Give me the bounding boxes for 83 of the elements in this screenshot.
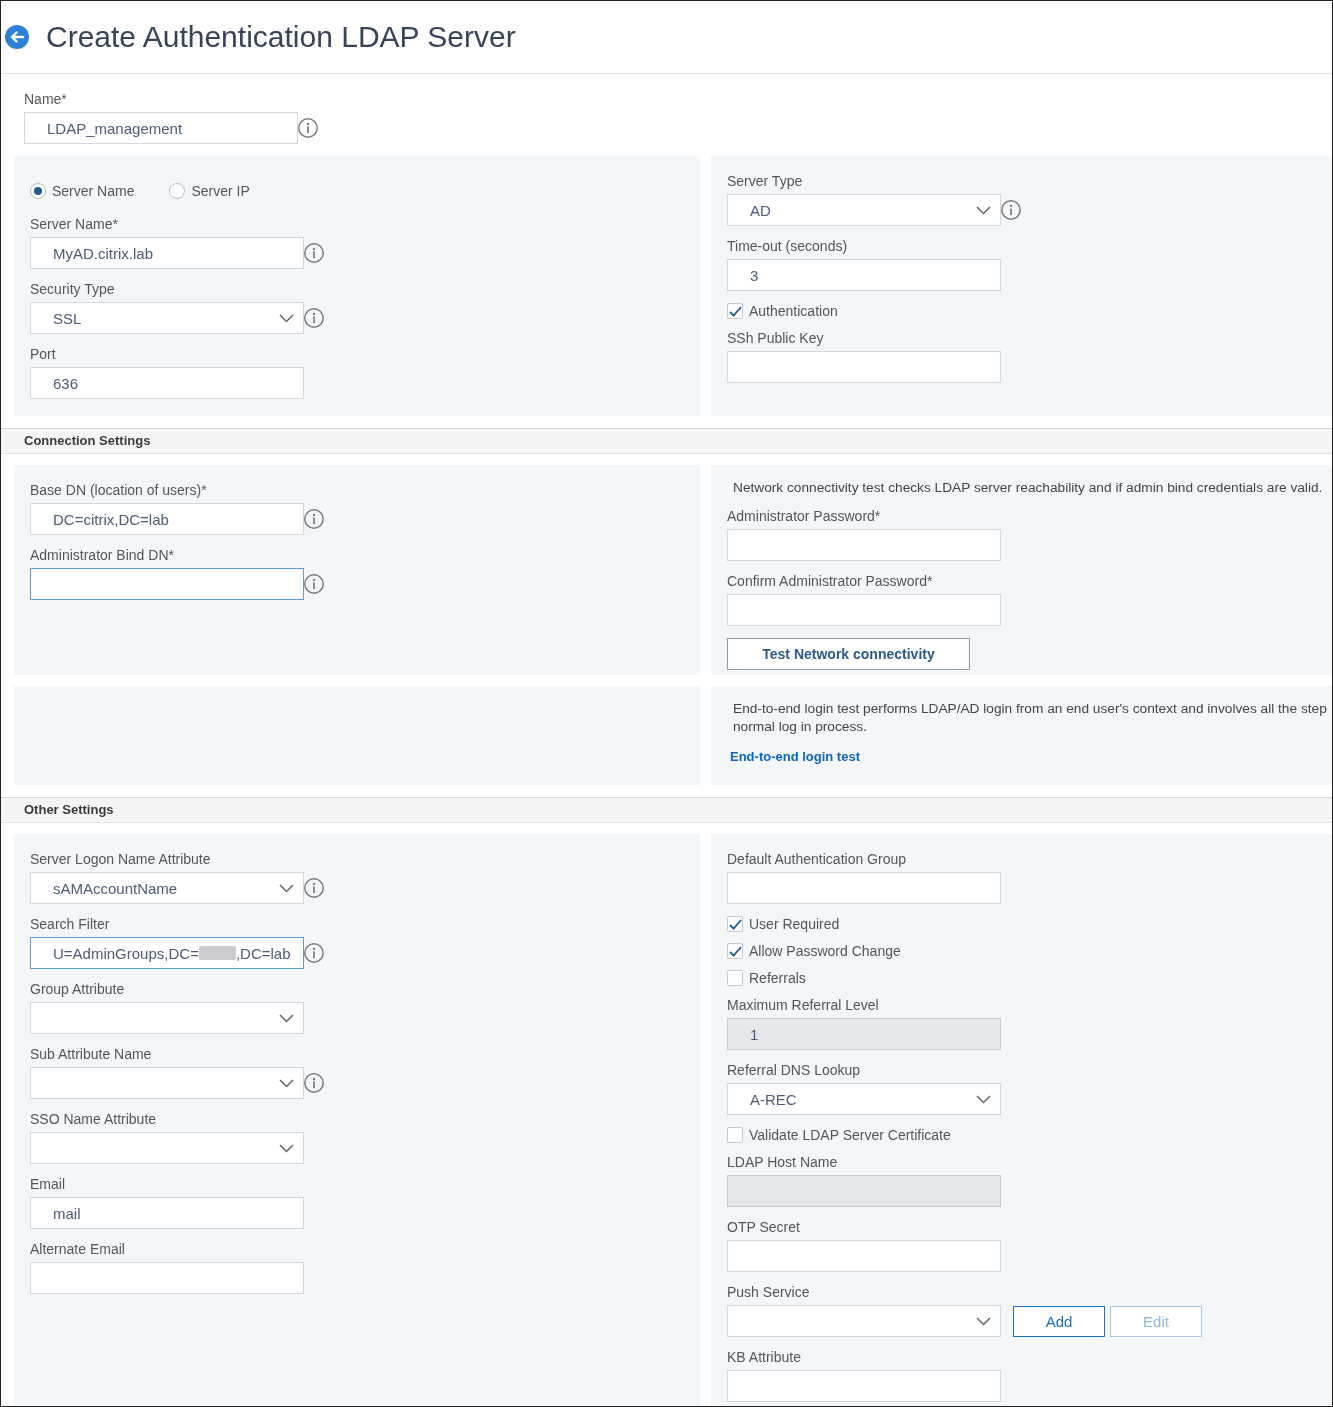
text-input[interactable]: 3 — [727, 259, 1001, 291]
field-label: Server Logon Name Attribute — [30, 851, 211, 867]
radio-label: Server IP — [191, 183, 250, 199]
caret-icon — [279, 883, 294, 893]
checkmark-icon — [728, 305, 742, 317]
add-button[interactable]: Add — [1013, 1305, 1105, 1337]
info-icon[interactable] — [304, 509, 324, 529]
checkmark-icon — [728, 918, 742, 930]
info-icon[interactable] — [304, 574, 324, 594]
select-field[interactable] — [30, 1132, 304, 1164]
help-text: Network connectivity test checks LDAP server reachability and if admin bind credentials are valid. — [733, 479, 1323, 497]
text-input[interactable]: MyAD.citrix.lab — [30, 237, 304, 269]
info-icon[interactable] — [304, 243, 324, 263]
caret-icon — [279, 1013, 294, 1023]
select-field[interactable]: A-REC — [727, 1083, 1001, 1115]
field-label: LDAP Host Name — [727, 1154, 838, 1170]
text-input[interactable]: DC=citrix,DC=lab — [30, 503, 304, 535]
caret-icon — [279, 1078, 294, 1088]
select-field[interactable] — [727, 1305, 1001, 1337]
caret-icon — [279, 313, 294, 323]
field-label: Administrator Password* — [727, 508, 881, 524]
field-label: OTP Secret — [727, 1219, 800, 1235]
section-header: Connection Settings — [1, 428, 1332, 454]
field-label: Server Name* — [30, 216, 118, 232]
select-field[interactable] — [30, 1002, 304, 1034]
radio-label: Server Name — [52, 183, 135, 199]
checkbox[interactable] — [727, 970, 743, 986]
field-label: Referral DNS Lookup — [727, 1062, 861, 1078]
checkbox-label: Referrals — [749, 970, 806, 986]
select-field[interactable]: AD — [727, 194, 1001, 226]
checkbox[interactable] — [727, 303, 743, 319]
info-icon[interactable] — [1001, 200, 1021, 220]
field-label: Alternate Email — [30, 1241, 125, 1257]
radio-button[interactable] — [30, 183, 46, 199]
checkbox-label: Allow Password Change — [749, 943, 901, 959]
field-label: Administrator Bind DN* — [30, 547, 174, 563]
caret-icon — [976, 1316, 991, 1326]
text-input[interactable]: 636 — [30, 367, 304, 399]
field-label: KB Attribute — [727, 1349, 801, 1365]
login-test-link[interactable]: End-to-end login test — [730, 749, 860, 764]
field-label: Default Authentication Group — [727, 851, 906, 867]
info-icon[interactable] — [304, 308, 324, 328]
field-label: Push Service — [727, 1284, 810, 1300]
checkbox[interactable] — [727, 916, 743, 932]
info-icon[interactable] — [304, 1073, 324, 1093]
info-icon[interactable] — [304, 943, 324, 963]
field-label: Security Type — [30, 281, 115, 297]
checkbox-label: User Required — [749, 916, 840, 932]
help-text: End-to-end login test performs LDAP/AD login from an end user's context and involves all the step normal log in process. — [733, 700, 1327, 736]
select-field[interactable]: SSL — [30, 302, 304, 334]
field-label: Search Filter — [30, 916, 110, 932]
text-input[interactable]: mail — [30, 1197, 304, 1229]
checkbox[interactable] — [727, 943, 743, 959]
page-title: Create Authentication LDAP Server — [46, 20, 516, 54]
checkbox-label: Validate LDAP Server Certificate — [749, 1127, 951, 1143]
info-icon[interactable] — [298, 118, 318, 138]
field-label: Sub Attribute Name — [30, 1046, 152, 1062]
field-label: Server Type — [727, 173, 803, 189]
field-label: Email — [30, 1176, 65, 1192]
section-header: Other Settings — [1, 797, 1332, 823]
checkmark-icon — [728, 945, 742, 957]
caret-icon — [976, 1094, 991, 1104]
caret-icon — [976, 205, 991, 215]
text-input[interactable]: U=AdminGroups,DC= ,DC=lab — [30, 937, 304, 969]
field-label: SSh Public Key — [727, 330, 824, 346]
test-connection-button[interactable]: Test Network connectivity — [727, 638, 970, 670]
checkbox-label: Authentication — [749, 303, 838, 319]
text-input[interactable] — [30, 568, 304, 600]
caret-icon — [279, 1143, 294, 1153]
field-label: Port — [30, 346, 56, 362]
field-label: Group Attribute — [30, 981, 125, 997]
field-label: Name* — [24, 91, 67, 107]
field-label: Time-out (seconds) — [727, 238, 848, 254]
field-label: Maximum Referral Level — [727, 997, 879, 1013]
field-label: SSO Name Attribute — [30, 1111, 157, 1127]
checkbox[interactable] — [727, 1127, 743, 1143]
select-field[interactable]: sAMAccountName — [30, 872, 304, 904]
text-input[interactable]: LDAP_management — [24, 112, 298, 144]
info-icon[interactable] — [304, 878, 324, 898]
radio-button[interactable] — [169, 183, 186, 199]
field-label: Base DN (location of users)* — [30, 482, 207, 498]
field-label: Confirm Administrator Password* — [727, 573, 933, 589]
select-field[interactable] — [30, 1067, 304, 1099]
